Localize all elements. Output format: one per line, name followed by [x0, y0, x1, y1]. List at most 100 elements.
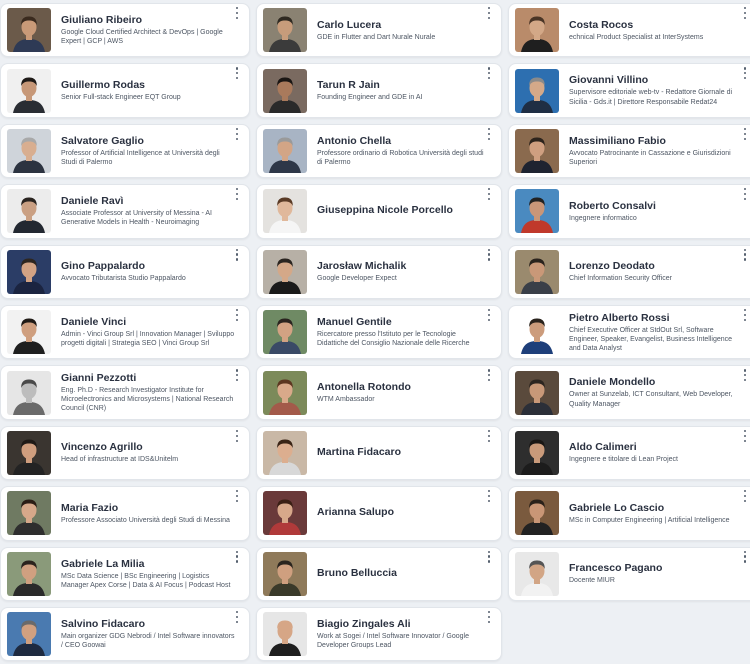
speaker-name: Guillermo Rodas: [61, 79, 146, 92]
dot: [235, 11, 239, 15]
speaker-name: Tarun R Jain: [317, 79, 380, 92]
speaker-name: Roberto Consalvi: [569, 199, 656, 212]
speaker-avatar: [7, 249, 51, 294]
speaker-card[interactable]: Gianni Pezzotti Eng. Ph.D - Research Inv…: [0, 365, 250, 420]
more-options-icon[interactable]: [485, 188, 493, 201]
speaker-card[interactable]: Gino Pappalardo Avvocato Tributarista St…: [0, 244, 250, 299]
speaker-avatar: [263, 612, 307, 657]
more-options-icon[interactable]: [233, 429, 241, 442]
more-options-icon[interactable]: [485, 67, 493, 80]
dot: [487, 439, 491, 442]
dot: [235, 439, 239, 442]
more-options-icon[interactable]: [485, 308, 493, 321]
speaker-card[interactable]: Salvino Fidacaro Main organizer GDG Nebr…: [0, 606, 250, 662]
more-options-icon[interactable]: [741, 308, 749, 321]
speaker-role: Owner at Sunzelab, ICT Consultant, Web D…: [569, 391, 733, 408]
speaker-name: Aldo Calimeri: [569, 441, 637, 454]
speaker-card[interactable]: Gabriele Lo Cascio MSc in Computer Engin…: [508, 486, 750, 541]
dot: [743, 11, 747, 15]
speaker-card[interactable]: Tarun R Jain Founding Engineer and GDE i…: [256, 63, 502, 118]
more-options-icon[interactable]: [741, 550, 749, 563]
more-options-icon[interactable]: [485, 550, 493, 563]
more-options-icon[interactable]: [233, 610, 241, 623]
dot: [235, 258, 239, 261]
dot: [235, 550, 239, 553]
more-options-icon[interactable]: [741, 429, 749, 442]
more-options-icon[interactable]: [485, 7, 493, 19]
speaker-card[interactable]: Antonella Rotondo WTM Ambassador: [256, 365, 502, 420]
more-options-icon[interactable]: [233, 490, 241, 503]
more-options-icon[interactable]: [741, 7, 749, 19]
speaker-card[interactable]: Bruno Belluccia: [256, 546, 502, 601]
more-options-icon[interactable]: [741, 188, 749, 201]
speaker-role: Associate Professor at University of Mes…: [61, 210, 212, 227]
speaker-card[interactable]: Giovanni Villino Supervisore editoriale …: [508, 63, 750, 118]
speaker-card[interactable]: Costa Rocos echnical Product Specialist …: [508, 3, 750, 58]
speaker-card[interactable]: Giuseppina Nicole Porcello: [256, 184, 502, 239]
dot: [235, 495, 239, 498]
speaker-card[interactable]: Massimiliano Fabio Avvocato Patrocinante…: [508, 123, 750, 179]
dot: [235, 253, 239, 256]
speaker-card[interactable]: Maria Fazio Professore Associato Univers…: [0, 486, 250, 541]
speaker-info: Martina Fidacaro: [317, 446, 487, 460]
speaker-card[interactable]: Daniele Mondello Owner at Sunzelab, ICT …: [508, 365, 750, 420]
more-options-icon[interactable]: [233, 7, 241, 19]
speaker-card[interactable]: Roberto Consalvi Ingegnere informatico: [508, 184, 750, 239]
speaker-card[interactable]: Martina Fidacaro: [256, 425, 502, 481]
speaker-card[interactable]: Giuliano Ribeiro Google Cloud Certified …: [0, 3, 250, 58]
speaker-card[interactable]: Francesco Pagano Docente MIUR: [508, 546, 750, 601]
speaker-name: Daniele Mondello: [569, 376, 656, 389]
dot: [487, 490, 491, 493]
speaker-card[interactable]: Manuel Gentile Ricercatore presso l'Isti…: [256, 304, 502, 360]
more-options-icon[interactable]: [233, 550, 241, 563]
speaker-name: Jarosław Michalik: [317, 260, 407, 273]
speaker-name: Martina Fidacaro: [317, 445, 402, 458]
speaker-card[interactable]: Carlo Lucera GDE in Flutter and Dart Nur…: [256, 3, 502, 58]
speaker-card[interactable]: Daniele Ravì Associate Professor at Univ…: [0, 184, 250, 239]
dot: [235, 555, 239, 558]
speaker-info: Salvatore Gaglio Professor of Artificial…: [61, 135, 235, 167]
speaker-avatar: [7, 310, 51, 355]
speaker-card[interactable]: Vincenzo Agrillo Head of infrastructure …: [0, 425, 250, 481]
speaker-card[interactable]: Salvatore Gaglio Professor of Artificial…: [0, 123, 250, 179]
more-options-icon[interactable]: [485, 369, 493, 382]
person-photo-icon: [515, 189, 559, 234]
dot: [487, 132, 491, 135]
more-options-icon[interactable]: [233, 188, 241, 201]
dot: [487, 258, 491, 261]
dot: [743, 495, 747, 498]
more-options-icon[interactable]: [485, 610, 493, 623]
speaker-card[interactable]: Jarosław Michalik Google Developer Expec…: [256, 244, 502, 299]
dot: [743, 318, 747, 321]
dot: [235, 499, 239, 503]
more-options-icon[interactable]: [233, 369, 241, 382]
more-options-icon[interactable]: [485, 490, 493, 503]
speaker-card[interactable]: Arianna Salupo: [256, 486, 502, 541]
more-options-icon[interactable]: [741, 67, 749, 80]
speaker-avatar: [7, 68, 51, 113]
speaker-card[interactable]: Aldo Calimeri Ingegnere e titolare di Le…: [508, 425, 750, 481]
more-options-icon[interactable]: [233, 308, 241, 321]
speaker-card[interactable]: Lorenzo Deodato Chief Information Securi…: [508, 244, 750, 299]
speaker-card[interactable]: Daniele Vinci Admin - Vinci Group Srl | …: [0, 304, 250, 360]
more-options-icon[interactable]: [233, 67, 241, 80]
speaker-card[interactable]: Pietro Alberto Rossi Chief Executive Off…: [508, 304, 750, 360]
more-options-icon[interactable]: [741, 490, 749, 503]
more-options-icon[interactable]: [741, 369, 749, 382]
more-options-icon[interactable]: [485, 248, 493, 261]
more-options-icon[interactable]: [485, 127, 493, 140]
speaker-card[interactable]: Antonio Chella Professore ordinario di R…: [256, 123, 502, 179]
speaker-role: Ingegnere informatico: [569, 214, 637, 222]
more-options-icon[interactable]: [741, 127, 749, 140]
speaker-card[interactable]: Guillermo Rodas Senior Full-stack Engine…: [0, 63, 250, 118]
speaker-role: echnical Product Specialist at InterSyst…: [569, 33, 704, 41]
speaker-card[interactable]: Biagio Zingales Ali Work at Sogei / Inte…: [256, 606, 502, 662]
dot: [235, 313, 239, 317]
speaker-role: Avvocato Patrocinante in Cassazione e Gi…: [569, 149, 731, 166]
speaker-card[interactable]: Gabriele La Milia MSc Data Science | BSc…: [0, 546, 250, 601]
person-photo-icon: [7, 310, 51, 355]
more-options-icon[interactable]: [233, 248, 241, 261]
more-options-icon[interactable]: [741, 248, 749, 261]
more-options-icon[interactable]: [233, 127, 241, 140]
more-options-icon[interactable]: [485, 429, 493, 442]
